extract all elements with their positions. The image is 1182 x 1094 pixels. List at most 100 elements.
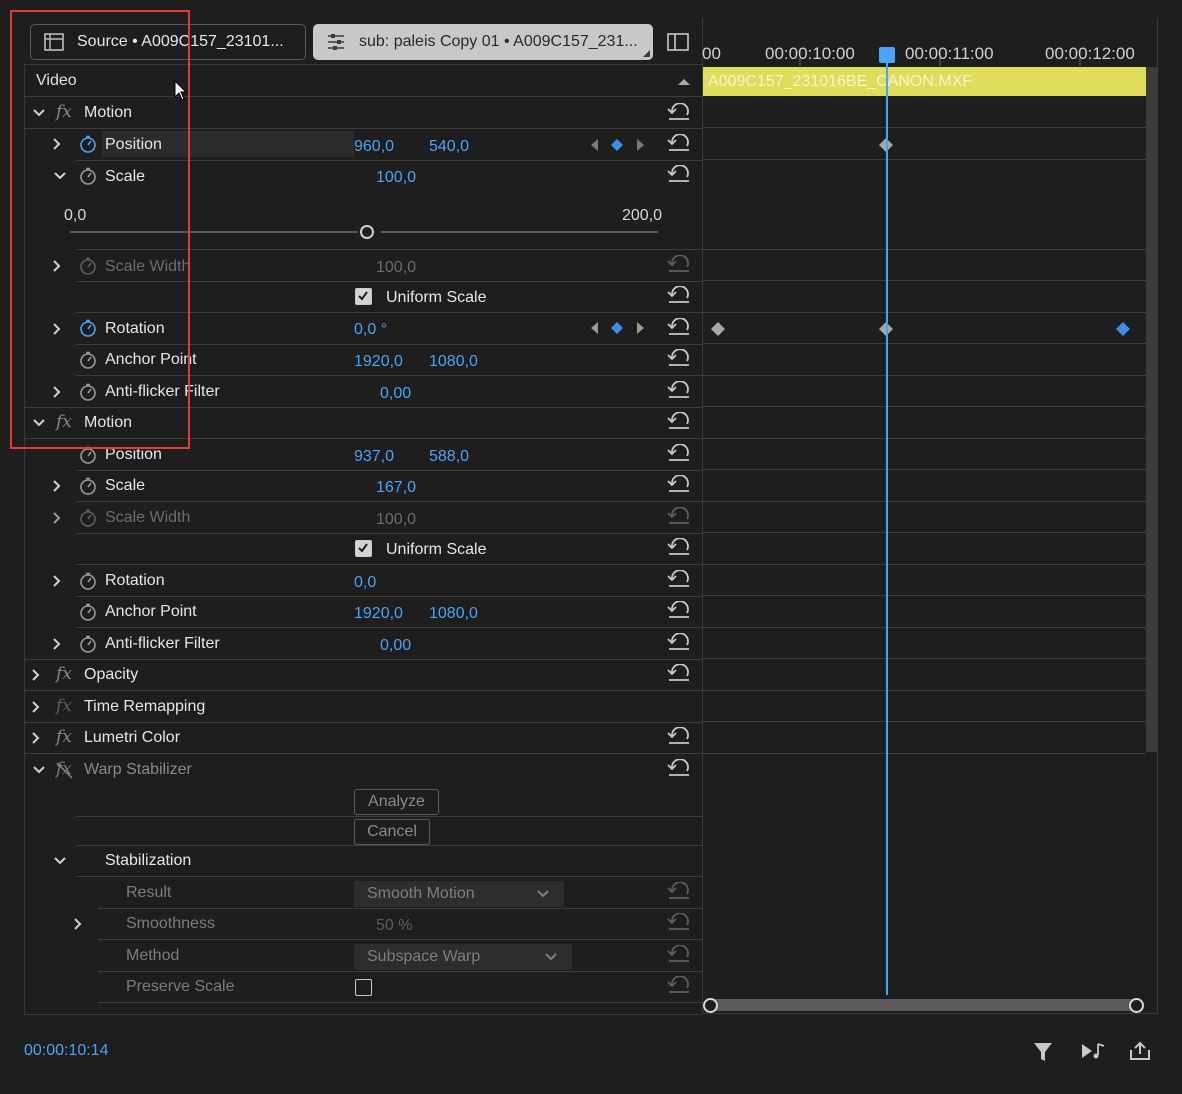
reset-icon[interactable] [666, 349, 692, 369]
cancel-button[interactable]: Cancel [354, 819, 430, 845]
reset-icon[interactable] [666, 444, 692, 464]
chevron-down-icon[interactable] [53, 854, 67, 868]
motion2-anchor-y[interactable]: 1080,0 [429, 604, 478, 624]
motion2-position-x[interactable]: 937,0 [354, 447, 394, 467]
prev-keyframe-icon[interactable] [589, 321, 599, 335]
reset-icon[interactable] [666, 103, 692, 123]
chevron-right-icon[interactable] [71, 917, 85, 931]
stopwatch-icon[interactable] [79, 635, 97, 653]
motion2-rotation-value[interactable]: 0,0 [354, 573, 376, 593]
motion2-scale-width-row: Scale Width 100,0 [24, 502, 702, 534]
add-keyframe-icon[interactable] [610, 138, 624, 152]
motion1-antiflicker-value[interactable]: 0,00 [380, 384, 411, 404]
export-icon[interactable] [1128, 1040, 1152, 1062]
timeline-divider[interactable] [702, 18, 703, 1014]
motion1-scale-value[interactable]: 100,0 [376, 168, 416, 188]
reset-icon [666, 976, 692, 996]
reset-icon[interactable] [666, 727, 692, 747]
slider-track-right[interactable] [381, 231, 658, 233]
reset-icon[interactable] [666, 759, 692, 779]
chevron-right-icon[interactable] [50, 479, 64, 493]
warp-stabilizer-header[interactable]: fx Warp Stabilizer [24, 754, 702, 786]
reset-icon[interactable] [666, 286, 692, 306]
chevron-down-icon[interactable] [32, 763, 46, 777]
filter-icon[interactable] [1032, 1040, 1054, 1064]
timeline-zoom-scrollbar[interactable] [710, 999, 1138, 1011]
preserve-scale-checkbox[interactable] [355, 979, 372, 996]
tab-effect-controls-label: sub: paleis Copy 01 • A009C157_231... [359, 33, 638, 50]
tab-corner-icon [643, 50, 650, 57]
reset-icon[interactable] [666, 318, 692, 338]
reset-icon[interactable] [666, 633, 692, 653]
reset-icon[interactable] [666, 475, 692, 495]
prev-keyframe-icon[interactable] [589, 138, 599, 152]
motion2-anchor-row: Anchor Point 1920,0 1080,0 [24, 596, 702, 628]
fx-icon[interactable]: fx [56, 727, 72, 747]
playhead-line[interactable] [886, 60, 888, 995]
slider-thumb[interactable] [360, 225, 374, 239]
result-dropdown[interactable]: Smooth Motion [354, 881, 564, 907]
reset-icon[interactable] [666, 165, 692, 185]
time-remapping-header[interactable]: fx Time Remapping [24, 691, 702, 723]
uniform-scale-label: Uniform Scale [386, 541, 487, 558]
reset-icon [666, 255, 692, 275]
result-label: Result [126, 884, 172, 901]
clip-bar[interactable]: A009C157_231016BE_CANON.MXF [703, 67, 1146, 96]
next-keyframe-icon[interactable] [636, 138, 646, 152]
motion2-scale-value[interactable]: 167,0 [376, 478, 416, 498]
current-timecode[interactable]: 00:00:10:14 [24, 1041, 109, 1061]
stabilization-header[interactable]: Stabilization [24, 845, 702, 877]
fx-icon[interactable]: fx [56, 664, 72, 684]
method-dropdown[interactable]: Subspace Warp [354, 944, 572, 970]
motion1-position-y[interactable]: 540,0 [429, 137, 469, 157]
time-remapping-title: Time Remapping [84, 698, 206, 715]
keyframe-diamond-selected[interactable] [1115, 321, 1131, 337]
preserve-scale-row: Preserve Scale [24, 971, 702, 1003]
playhead-handle[interactable] [879, 47, 895, 63]
chevron-right-icon[interactable] [29, 668, 43, 682]
motion2-anchor-x[interactable]: 1920,0 [354, 604, 403, 624]
chevron-right-icon[interactable] [50, 637, 64, 651]
next-keyframe-icon[interactable] [636, 321, 646, 335]
motion1-scale-width-value: 100,0 [376, 259, 417, 276]
play-audio-icon[interactable] [1080, 1040, 1106, 1062]
analyze-button[interactable]: Analyze [354, 789, 439, 815]
collapse-up-icon[interactable] [677, 77, 691, 86]
timeline-vscrollbar[interactable] [1146, 67, 1158, 752]
chevron-right-icon[interactable] [50, 511, 64, 525]
reset-icon[interactable] [666, 538, 692, 558]
reset-icon[interactable] [666, 412, 692, 432]
reset-icon[interactable] [666, 134, 692, 154]
smoothness-label: Smoothness [126, 915, 215, 932]
opacity-header[interactable]: fx Opacity [24, 659, 702, 691]
motion1-rotation-value[interactable]: 0,0 ° [354, 320, 387, 340]
ruler-ticks [799, 58, 1081, 66]
motion2-antiflicker-value[interactable]: 0,00 [380, 636, 411, 656]
add-keyframe-icon[interactable] [610, 321, 624, 335]
chevron-right-icon[interactable] [29, 700, 43, 714]
keyframe-diamond[interactable] [710, 321, 726, 337]
motion1-position-x[interactable]: 960,0 [354, 137, 394, 157]
stopwatch-icon[interactable] [79, 572, 97, 590]
zoom-handle-right[interactable] [1129, 998, 1144, 1013]
stopwatch-icon[interactable] [79, 477, 97, 495]
motion1-anchor-y[interactable]: 1080,0 [429, 352, 478, 372]
reset-icon[interactable] [666, 381, 692, 401]
motion2-position-y[interactable]: 588,0 [429, 447, 469, 467]
panel-toggle-icon[interactable] [667, 33, 689, 51]
chevron-right-icon[interactable] [29, 731, 43, 745]
stopwatch-icon[interactable] [79, 603, 97, 621]
motion2-scale-label: Scale [105, 477, 146, 494]
zoom-handle-left[interactable] [703, 998, 718, 1013]
reset-icon[interactable] [666, 664, 692, 684]
reset-icon[interactable] [666, 601, 692, 621]
chevron-right-icon[interactable] [50, 574, 64, 588]
reset-icon[interactable] [666, 570, 692, 590]
motion2-scale-width-label: Scale Width [105, 509, 191, 526]
uniform-scale-checkbox[interactable] [355, 540, 372, 557]
lumetri-header[interactable]: fx Lumetri Color [24, 722, 702, 754]
uniform-scale-checkbox[interactable] [355, 288, 372, 305]
motion1-anchor-x[interactable]: 1920,0 [354, 352, 403, 372]
tab-effect-controls[interactable]: sub: paleis Copy 01 • A009C157_231... [313, 24, 653, 60]
timeline-panel [703, 18, 1158, 1014]
